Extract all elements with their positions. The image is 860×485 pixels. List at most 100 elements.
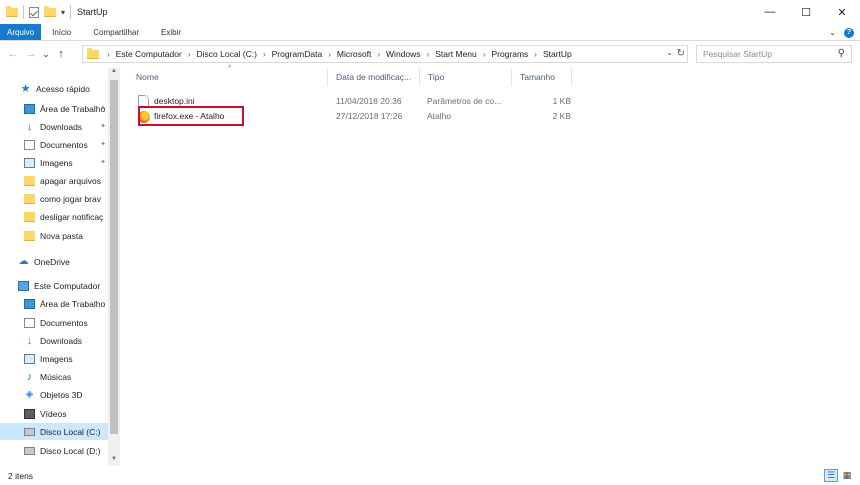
column-header-size[interactable]: Tamanho: [512, 68, 572, 86]
expand-ribbon-icon[interactable]: ⌄: [829, 28, 836, 37]
sidebar-item-area-de-trabalho-pc[interactable]: Área de Trabalho: [0, 295, 108, 312]
sidebar-item-area-de-trabalho[interactable]: Área de Trabalho ✦: [0, 100, 108, 117]
breadcrumb-separator[interactable]: ›: [103, 50, 114, 59]
divider: [23, 5, 24, 19]
sidebar-item-disco-local-d[interactable]: Disco Local (D:): [0, 442, 108, 459]
breadcrumb-separator[interactable]: ›: [184, 50, 195, 59]
file-size: 2 KB: [552, 111, 571, 121]
properties-icon[interactable]: [29, 6, 39, 18]
document-icon: [24, 317, 35, 328]
file-size: 1 KB: [552, 96, 571, 106]
breadcrumb-startup[interactable]: StartUp: [541, 49, 574, 59]
ribbon-tabs: Arquivo Início Compartilhar Exibir ⌄ ?: [0, 24, 860, 41]
forward-button[interactable]: →: [22, 48, 40, 60]
tab-exibir[interactable]: Exibir: [150, 24, 192, 40]
sidebar-item-label: OneDrive: [34, 256, 70, 267]
scroll-up-icon[interactable]: ▲: [108, 68, 120, 78]
column-header-type[interactable]: Tipo: [420, 68, 512, 86]
sidebar-item-label: Nova pasta: [40, 230, 83, 241]
sidebar-item-label: Downloads: [40, 121, 83, 132]
sidebar-item-nova-pasta[interactable]: Nova pasta: [0, 227, 108, 244]
maximize-button[interactable]: ☐: [788, 0, 824, 24]
window-title: StartUp: [77, 7, 108, 17]
tab-arquivo[interactable]: Arquivo: [0, 24, 42, 40]
sidebar-item-imagens-pc[interactable]: Imagens: [0, 350, 108, 367]
address-bar[interactable]: › Este Computador › Disco Local (C:) › P…: [82, 45, 688, 63]
file-row-firefox-shortcut[interactable]: firefox.exe - Atalho 27/12/2018 17:26 At…: [134, 106, 574, 126]
sidebar-item-este-computador[interactable]: Este Computador: [0, 277, 108, 294]
sidebar-item-downloads[interactable]: ↓ Downloads ✦: [0, 118, 108, 135]
recent-locations-dropdown[interactable]: ⌄: [40, 49, 52, 60]
sidebar-item-imagens[interactable]: Imagens ✦: [0, 154, 108, 171]
file-type: Parâmetros de co...: [427, 96, 502, 106]
folder-icon: [24, 230, 35, 241]
details-view-icon[interactable]: ☰: [824, 469, 838, 482]
breadcrumb-separator[interactable]: ›: [324, 50, 335, 59]
breadcrumb-separator[interactable]: ›: [259, 50, 270, 59]
sidebar-item-downloads-pc[interactable]: ↓ Downloads: [0, 332, 108, 349]
customize-toolbar-dropdown[interactable]: ▾: [61, 8, 65, 17]
sidebar-item-label: Disco Local (C:): [40, 426, 101, 437]
video-icon: [24, 408, 35, 419]
breadcrumb-separator[interactable]: ›: [530, 50, 541, 59]
sidebar-item-documentos[interactable]: Documentos ✦: [0, 136, 108, 153]
file-date: 27/12/2018 17:26: [336, 111, 403, 121]
refresh-icon[interactable]: ↻: [677, 48, 685, 59]
tab-inicio[interactable]: Início: [41, 24, 82, 40]
title-bar: ▾ StartUp — ☐ ✕: [0, 0, 860, 24]
column-header-name[interactable]: Nome: [128, 68, 328, 86]
window-controls: — ☐ ✕: [752, 0, 860, 24]
new-folder-icon[interactable]: [44, 5, 56, 17]
sidebar-item-disco-local-c[interactable]: Disco Local (C:): [0, 423, 108, 440]
back-button[interactable]: ←: [4, 48, 22, 60]
breadcrumb-separator[interactable]: ›: [373, 50, 384, 59]
desktop-icon: [24, 103, 35, 114]
sidebar-item-documentos-pc[interactable]: Documentos: [0, 314, 108, 331]
breadcrumb-start-menu[interactable]: Start Menu: [433, 49, 479, 59]
breadcrumb-separator[interactable]: ›: [479, 50, 490, 59]
sidebar-item-label: desligar notificaç: [40, 211, 104, 222]
folder-icon: [87, 47, 99, 59]
search-input[interactable]: [703, 49, 833, 59]
navigation-pane-scrollbar[interactable]: ▲ ▼: [108, 68, 120, 466]
sidebar-item-acesso-rapido[interactable]: ★ Acesso rápido: [0, 80, 108, 97]
up-button[interactable]: ↑: [52, 48, 70, 60]
breadcrumb-disco-local-c[interactable]: Disco Local (C:): [195, 49, 259, 59]
sidebar-item-label: Objetos 3D: [40, 389, 83, 400]
sidebar-item-label: Vídeos: [40, 408, 67, 419]
sidebar-item-objetos-3d[interactable]: ◈ Objetos 3D: [0, 386, 108, 403]
search-box[interactable]: ⚲: [696, 45, 852, 63]
column-header-date[interactable]: Data de modificaç...: [328, 68, 420, 86]
close-button[interactable]: ✕: [824, 0, 860, 24]
scroll-down-icon[interactable]: ▼: [108, 456, 120, 466]
address-dropdown-icon[interactable]: ⌄: [666, 48, 673, 57]
search-icon[interactable]: ⚲: [838, 48, 845, 59]
sidebar-item-desligar-notificacoes[interactable]: desligar notificaç: [0, 208, 108, 225]
sidebar-item-label: Área de Trabalho: [40, 298, 106, 309]
sidebar-item-label: Imagens: [40, 353, 73, 364]
large-icons-view-icon[interactable]: ▦: [840, 469, 854, 482]
cloud-icon: ☁: [18, 255, 29, 267]
sidebar-item-videos[interactable]: Vídeos: [0, 405, 108, 422]
star-icon: ★: [20, 82, 31, 95]
sidebar-item-onedrive[interactable]: ☁ OneDrive: [0, 253, 108, 270]
tab-compartilhar[interactable]: Compartilhar: [82, 24, 150, 40]
navigation-bar: ← → ⌄ ↑ › Este Computador › Disco Local …: [0, 42, 860, 66]
download-icon: ↓: [26, 120, 33, 133]
sidebar-item-apagar-arquivos[interactable]: apagar arquivos: [0, 172, 108, 189]
sidebar-item-label: como jogar brav: [40, 193, 101, 204]
pin-icon: ✦: [100, 105, 106, 112]
scroll-thumb[interactable]: [110, 80, 118, 434]
help-icon[interactable]: ?: [844, 27, 854, 38]
minimize-button[interactable]: —: [752, 0, 788, 24]
sidebar-item-musicas[interactable]: ♪ Músicas: [0, 368, 108, 385]
breadcrumb-separator[interactable]: ›: [423, 50, 434, 59]
breadcrumb-programdata[interactable]: ProgramData: [270, 49, 325, 59]
quick-access-toolbar: ▾: [0, 0, 72, 24]
sidebar-item-como-jogar[interactable]: como jogar brav: [0, 190, 108, 207]
breadcrumb-este-computador[interactable]: Este Computador: [114, 49, 184, 59]
file-name: desktop.ini: [154, 96, 195, 106]
breadcrumb-windows[interactable]: Windows: [384, 49, 422, 59]
breadcrumb-programs[interactable]: Programs: [489, 49, 530, 59]
breadcrumb-microsoft[interactable]: Microsoft: [335, 49, 373, 59]
